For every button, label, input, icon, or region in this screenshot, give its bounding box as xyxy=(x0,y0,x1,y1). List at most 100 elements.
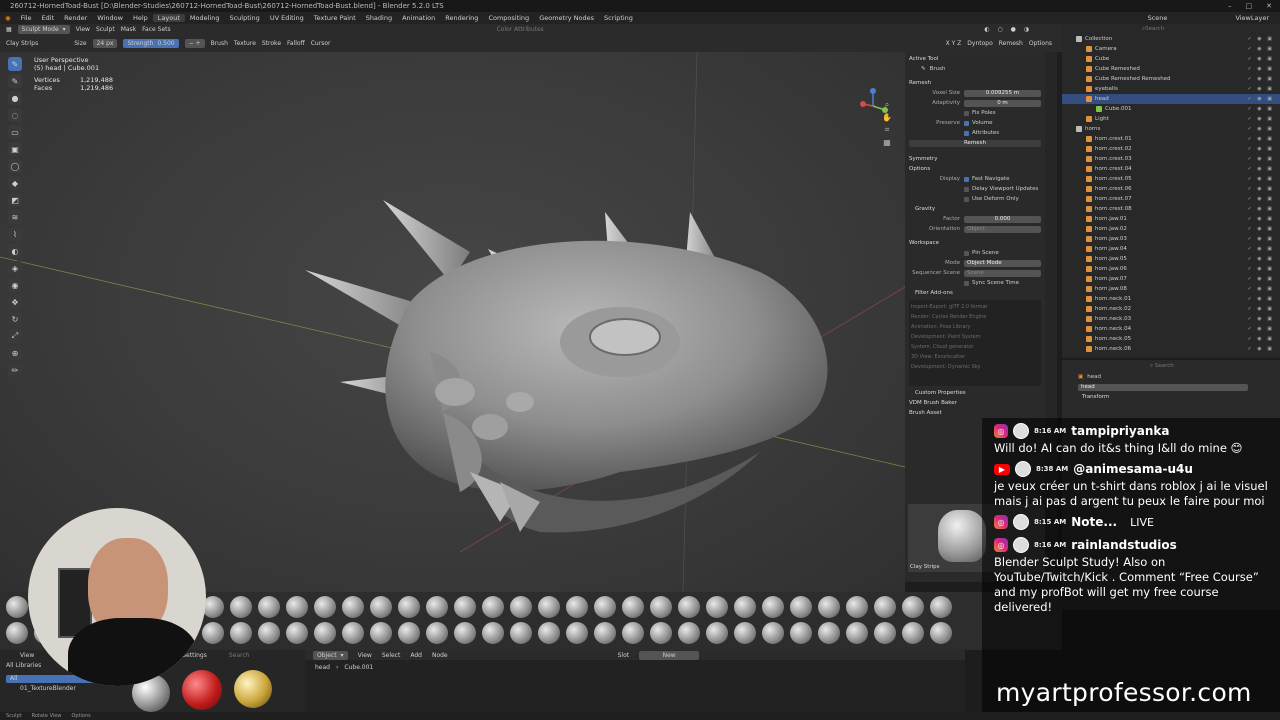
scale-icon[interactable]: ⤢ xyxy=(8,329,22,343)
mask-tool-icon[interactable]: ▭ xyxy=(8,125,22,139)
object-name-field[interactable]: head xyxy=(1078,383,1248,391)
asset-view-menu[interactable]: View xyxy=(20,652,34,659)
node-menu-add[interactable]: Add xyxy=(410,652,422,659)
brush-thumbnail[interactable] xyxy=(762,622,784,644)
brush-thumbnail[interactable] xyxy=(398,596,420,618)
outliner-row[interactable]: eyeballs ✓ ◉ ▣ xyxy=(1062,84,1280,94)
addon-item[interactable]: Import-Export: glTF 2.0 format xyxy=(911,302,1039,312)
outliner-search[interactable]: ⌕ Search xyxy=(1062,24,1280,34)
visibility-toggle-icons[interactable]: ✓ ◉ ▣ xyxy=(1248,266,1274,272)
outliner-row[interactable]: horn.jaw.05 ✓ ◉ ▣ xyxy=(1062,254,1280,264)
custom-properties-header[interactable]: Custom Properties xyxy=(905,388,1045,398)
outliner-row[interactable]: horn.neck.02 ✓ ◉ ▣ xyxy=(1062,304,1280,314)
brush-thumbnail[interactable] xyxy=(874,622,896,644)
breadcrumb-object[interactable]: head xyxy=(315,664,330,671)
mask-by-color-icon[interactable]: ◉ xyxy=(8,278,22,292)
outliner-row[interactable]: Cube ✓ ◉ ▣ xyxy=(1062,54,1280,64)
outliner-row[interactable]: Cube Remeshed ✓ ◉ ▣ xyxy=(1062,64,1280,74)
object-type-selector[interactable]: Object ▾ xyxy=(313,650,348,660)
factor-field[interactable]: 0.000 xyxy=(964,215,1041,223)
direction-toggle[interactable]: − + xyxy=(184,39,205,48)
node-menu-node[interactable]: Node xyxy=(432,652,448,659)
face-set-icon[interactable]: ◆ xyxy=(8,176,22,190)
pin-scene-checkbox[interactable] xyxy=(964,250,969,256)
breadcrumb-mesh[interactable]: Cube.001 xyxy=(344,664,373,671)
brush-thumbnail[interactable] xyxy=(790,622,812,644)
brush-thumbnail[interactable] xyxy=(6,596,28,618)
shading-mode-icons[interactable]: ◐ ○ ● ◑ xyxy=(984,26,1062,33)
menu-brush[interactable]: Brush xyxy=(211,40,228,47)
outliner-row[interactable]: horn.neck.01 ✓ ◉ ▣ xyxy=(1062,294,1280,304)
brush-thumbnail[interactable] xyxy=(818,596,840,618)
fast-navigate-checkbox[interactable] xyxy=(964,176,969,182)
brush-thumbnail[interactable] xyxy=(314,622,336,644)
camera-view-icon[interactable]: ⌗ xyxy=(885,125,890,135)
outliner-row[interactable]: horn.crest.03 ✓ ◉ ▣ xyxy=(1062,154,1280,164)
blender-logo-icon[interactable]: ◉ xyxy=(0,14,16,22)
outliner-row[interactable]: head ✓ ◉ ▣ xyxy=(1062,94,1280,104)
brush-thumbnail[interactable] xyxy=(454,596,476,618)
vdm-brush-baker-header[interactable]: VDM Brush Baker xyxy=(905,398,1045,408)
visibility-toggle-icons[interactable]: ✓ ◉ ▣ xyxy=(1248,116,1274,122)
brush-thumbnail[interactable] xyxy=(510,596,532,618)
brush-thumbnail[interactable] xyxy=(510,622,532,644)
brush-thumbnail[interactable] xyxy=(706,596,728,618)
brush-thumbnail[interactable] xyxy=(370,596,392,618)
brush-thumbnail[interactable] xyxy=(678,622,700,644)
brush-thumbnail[interactable] xyxy=(706,622,728,644)
brush-thumbnail[interactable] xyxy=(902,596,924,618)
brush-thumbnail[interactable] xyxy=(762,596,784,618)
tab-texture-paint[interactable]: Texture Paint xyxy=(309,14,361,22)
color-filter-icon[interactable]: ◐ xyxy=(8,244,22,258)
outliner-row[interactable]: horn.crest.07 ✓ ◉ ▣ xyxy=(1062,194,1280,204)
visibility-toggle-icons[interactable]: ✓ ◉ ▣ xyxy=(1248,346,1274,352)
brush-thumbnail[interactable] xyxy=(258,622,280,644)
outliner-row[interactable]: horn.neck.03 ✓ ◉ ▣ xyxy=(1062,314,1280,324)
outliner-row[interactable]: horn.jaw.06 ✓ ◉ ▣ xyxy=(1062,264,1280,274)
remesh-header[interactable]: Remesh xyxy=(905,78,1045,88)
filter-addons-header[interactable]: Filter Add-ons xyxy=(905,288,1045,298)
brush-thumbnail[interactable] xyxy=(902,622,924,644)
color-attributes-label[interactable]: Color Attributes xyxy=(497,26,544,33)
new-material-button[interactable]: New xyxy=(639,650,700,660)
fix-poles-checkbox[interactable] xyxy=(964,110,969,116)
scene-selector[interactable]: Scene xyxy=(1143,14,1173,22)
lasso-icon[interactable]: ◯ xyxy=(8,159,22,173)
remesh-button[interactable]: Remesh xyxy=(909,139,1041,147)
brush-thumbnail[interactable] xyxy=(230,596,252,618)
outliner-row[interactable]: horn.crest.04 ✓ ◉ ▣ xyxy=(1062,164,1280,174)
menu-texture[interactable]: Texture xyxy=(234,40,256,47)
visibility-toggle-icons[interactable]: ✓ ◉ ▣ xyxy=(1248,226,1274,232)
visibility-toggle-icons[interactable]: ✓ ◉ ▣ xyxy=(1248,176,1274,182)
visibility-toggle-icons[interactable]: ✓ ◉ ▣ xyxy=(1248,336,1274,342)
addon-list[interactable]: Import-Export: glTF 2.0 format Render: C… xyxy=(909,300,1041,386)
brush-thumbnail[interactable] xyxy=(818,622,840,644)
outliner-row[interactable]: horn.neck.06 ✓ ◉ ▣ xyxy=(1062,344,1280,354)
addon-item[interactable]: Animation: Pose Library xyxy=(911,322,1039,332)
node-menu-select[interactable]: Select xyxy=(382,652,401,659)
brush-thumbnail[interactable] xyxy=(678,596,700,618)
brush-thumbnail[interactable] xyxy=(426,596,448,618)
menu-remesh[interactable]: Remesh xyxy=(999,40,1023,47)
outliner-row[interactable]: horn.jaw.04 ✓ ◉ ▣ xyxy=(1062,244,1280,254)
visibility-toggle-icons[interactable]: ✓ ◉ ▣ xyxy=(1248,306,1274,312)
outliner-row[interactable]: horn.jaw.08 ✓ ◉ ▣ xyxy=(1062,284,1280,294)
brush-thumbnail[interactable] xyxy=(538,596,560,618)
orientation-field[interactable]: Object xyxy=(964,225,1041,233)
outliner-row[interactable]: horn.crest.06 ✓ ◉ ▣ xyxy=(1062,184,1280,194)
brush-thumbnail[interactable] xyxy=(454,622,476,644)
brush-thumbnail[interactable] xyxy=(342,622,364,644)
brush-name[interactable]: Clay Strips xyxy=(6,40,38,47)
menu-render[interactable]: Render xyxy=(59,14,92,22)
visibility-toggle-icons[interactable]: ✓ ◉ ▣ xyxy=(1248,296,1274,302)
visibility-toggle-icons[interactable]: ✓ ◉ ▣ xyxy=(1248,216,1274,222)
addon-item[interactable]: 3D View: Excelscatter xyxy=(911,352,1039,362)
brush-thumbnail[interactable] xyxy=(482,622,504,644)
asset-search[interactable]: Search xyxy=(229,652,250,659)
tab-modeling[interactable]: Modeling xyxy=(185,14,225,22)
mode-dropdown[interactable]: Object Mode xyxy=(964,259,1041,267)
visibility-toggle-icons[interactable]: ✓ ◉ ▣ xyxy=(1248,76,1274,82)
tab-scripting[interactable]: Scripting xyxy=(599,14,638,22)
visibility-toggle-icons[interactable]: ✓ ◉ ▣ xyxy=(1248,66,1274,72)
brush-thumbnail[interactable] xyxy=(202,622,224,644)
